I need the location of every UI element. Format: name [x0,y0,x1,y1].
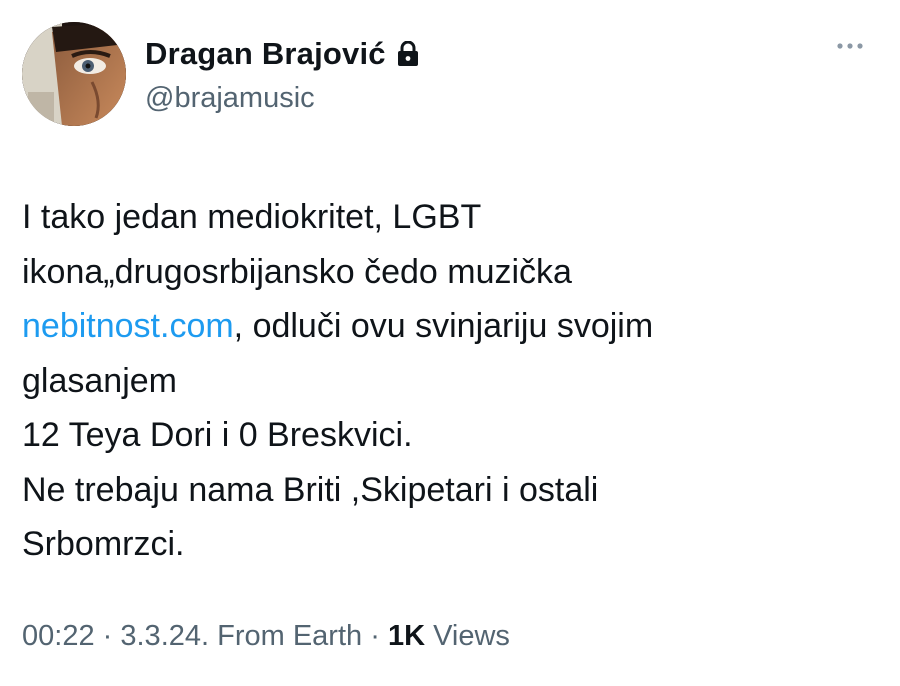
profile-photo [22,22,126,126]
more-dots-icon[interactable] [832,36,868,56]
tweet-line: Srbomrzci. [22,525,185,563]
tweet-meta: 00:22 · 3.3.24. From Earth · 1K Views [22,620,510,653]
meta-separator: · [370,620,380,652]
tweet-line: Ne trebaju nama Briti ,Skipetari i ostal… [22,470,599,509]
tweet-text: I tako jedan mediokritet, LGBT ikona„dru… [22,190,872,572]
tweet: Dragan Brajović @brajamusic I tako jedan… [0,0,900,686]
lock-icon [396,40,420,67]
tweet-source: From Earth [217,620,363,652]
tweet-link[interactable]: nebitnost.com [22,307,234,345]
tweet-line: nebitnost.com, odluči ovu svinjariju svo… [22,299,872,354]
author-handle[interactable]: @brajamusic [145,82,315,115]
views-label: Views [433,620,510,652]
tweet-time[interactable]: 00:22 [22,620,95,652]
tweet-line: ikona„drugosrbijansko čedo muzička [22,252,572,291]
tweet-line: glasanjem [22,361,177,400]
avatar[interactable] [22,22,126,126]
meta-separator: · [102,620,113,652]
tweet-line: I tako jedan mediokritet, LGBT [22,198,482,236]
tweet-line: 12 Teya Dori i 0 Breskvici. [22,416,413,454]
tweet-date[interactable]: 3.3.24. [120,620,209,652]
views-count[interactable]: 1K [388,620,425,652]
author-name-row: Dragan Brajović [145,36,420,72]
author-display-name[interactable]: Dragan Brajović [145,36,386,72]
tweet-line-rest: , odluči ovu svinjariju svojim [233,307,654,345]
